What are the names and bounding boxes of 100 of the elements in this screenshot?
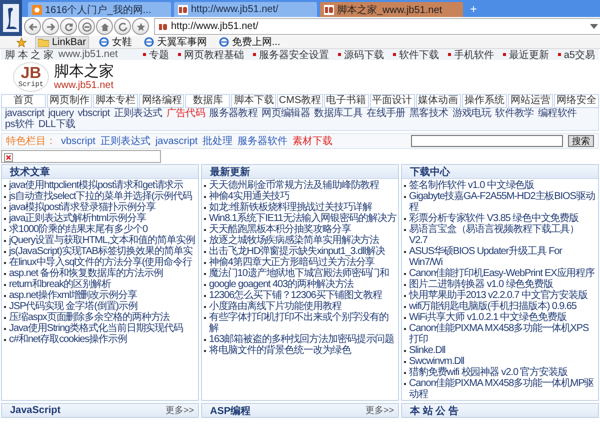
nav-tab[interactable]: 网络编程 <box>139 94 184 108</box>
featured-link[interactable]: 批处理 <box>202 134 233 148</box>
article-link[interactable]: 出击飞龙HD弹窗提示缺失xinput1_3.dll解决 <box>203 246 397 257</box>
article-link[interactable]: 易语言宝盒（易语言视频教程下载工具）V2.7 <box>403 224 597 246</box>
category-link[interactable]: 广告代码 <box>166 108 206 119</box>
article-link[interactable]: 163邮箱被盗的多种找回方法加密码提示问题 <box>203 334 397 345</box>
nav-tab[interactable]: 媒体动画 <box>416 94 461 108</box>
nav-tab[interactable]: 脚本下载 <box>231 94 276 108</box>
category-link[interactable]: jquery <box>48 108 74 119</box>
article-link[interactable]: js自动查找select下拉的菜单并选择(示例代码 <box>3 191 197 202</box>
article-link[interactable]: wifi万能钥匙电脑版(手机扫描版本) 0.9.65 <box>403 301 597 312</box>
article-link[interactable]: 天天酷跑黑板本积分抽奖攻略分享 <box>203 224 397 235</box>
search-button[interactable]: 搜索 <box>568 135 594 147</box>
category-link[interactable]: 编程软件 <box>538 108 577 119</box>
article-link[interactable]: 魔法门10遗产地狱地下城宫殿法师密码门和 <box>203 268 397 279</box>
nav-tab[interactable]: 操作系统 <box>462 94 507 108</box>
article-link[interactable]: 求1000阶乘的结果末尾有多少个0 <box>3 224 197 235</box>
category-link[interactable]: 在线手册 <box>366 108 406 119</box>
article-link[interactable]: java正则表达式解析html示例分享 <box>3 213 197 224</box>
top-link[interactable]: 源码下载 <box>334 48 384 62</box>
category-link[interactable]: vbscript <box>78 108 110 119</box>
article-link[interactable]: 如龙:维新铁板烧料理挑战过关技巧详解 <box>203 202 397 213</box>
category-link[interactable]: javascript <box>5 108 44 119</box>
nav-tab[interactable]: CMS教程 <box>277 94 323 108</box>
article-link[interactable]: 彩票分析专家软件 V3.85 绿色中文免费版 <box>403 213 597 224</box>
article-link[interactable]: Slinke.Dll <box>403 345 597 356</box>
article-link[interactable]: 神偷4实用通关技巧 <box>203 191 397 202</box>
top-link[interactable]: 最近更新 <box>498 48 549 62</box>
stop-button[interactable] <box>78 18 95 35</box>
article-link[interactable]: asp.net操作xml增删改示例分享 <box>3 290 197 301</box>
nav-tab[interactable]: 电子书籍 <box>324 94 369 108</box>
article-link[interactable]: 天天德州刷金币常规方法及辅助峰防教程 <box>203 180 397 191</box>
article-link[interactable]: 放逐之城牧场疾病感染简单实用解决方法 <box>203 235 397 246</box>
article-link[interactable]: ASUS华硕BIOS Updater升级工具 For Win7/Wi <box>403 246 597 268</box>
address-field[interactable]: http://www.jb51.net/ <box>154 18 600 35</box>
nav-tab[interactable]: 脚本专栏 <box>93 94 138 108</box>
article-link[interactable]: asp.net 备份和恢复数据库的方法示例 <box>3 268 197 279</box>
category-link[interactable]: 服务器教程 <box>209 108 258 119</box>
bookmark-item[interactable]: LinkBar <box>35 36 89 48</box>
nav-tab[interactable]: 网页制作 <box>47 94 92 108</box>
home-button[interactable] <box>96 18 113 35</box>
article-link[interactable]: 12306怎么买下铺？12306买下铺图文教程 <box>203 290 397 301</box>
nav-tab[interactable]: 数据库 <box>185 94 230 108</box>
article-link[interactable]: js(JavaScript)实现TAB标签切换效果的简单实 <box>3 246 197 257</box>
featured-link[interactable]: 素材下载 <box>292 134 333 148</box>
featured-link[interactable]: 正则表达式 <box>100 134 150 148</box>
category-link[interactable]: 游戏电玩 <box>452 108 492 119</box>
category-link[interactable]: 正则表达式 <box>114 108 162 119</box>
nav-tab[interactable]: 网站运营 <box>508 94 553 108</box>
bookmark-item[interactable]: 女鞋 <box>96 35 134 49</box>
more-link[interactable]: 更多>> <box>365 404 394 417</box>
category-link[interactable]: 软件教学 <box>495 108 534 119</box>
article-link[interactable]: 压缩aspx页面删除多余空格的两种方法 <box>3 312 197 323</box>
article-link[interactable]: Canon佳能PIXMA MX458多功能一体机MP驱动程 <box>403 378 597 400</box>
browser-tab[interactable]: 脚本之家_www.jb51.net <box>320 2 463 17</box>
article-link[interactable]: 在linux中导入sql文件的方法分享(使用命令行 <box>3 257 197 268</box>
category-link[interactable]: 数据库工具 <box>314 108 363 119</box>
more-link[interactable]: 更多>> <box>165 404 194 417</box>
bookmark-button[interactable] <box>132 18 149 35</box>
top-link[interactable]: 软件下载 <box>388 48 439 62</box>
article-link[interactable]: return和break的区别解析 <box>3 279 197 290</box>
article-link[interactable]: 猎豹免费wifi 校园神器 v2.0 官方安装版 <box>403 367 597 378</box>
top-link[interactable]: a5交易 <box>554 48 595 62</box>
article-link[interactable]: Gigabyte技嘉GA-F2A55M-HD2主板BIOS驱动程 <box>403 191 597 213</box>
article-link[interactable]: 签名制作软件 v1.0 中文绿色版 <box>403 180 597 191</box>
article-link[interactable]: 快用苹果助手2013 v2.2.0.7 中文官方安装版 <box>403 290 597 301</box>
article-link[interactable]: Canon佳能PIXMA MX458多功能一体机XPS打印 <box>403 323 597 345</box>
refresh-button[interactable] <box>60 18 77 35</box>
star-icon[interactable] <box>16 36 27 48</box>
article-link[interactable]: JSP代码实现 金字塔(倒置)示例 <box>3 301 197 312</box>
nav-tab[interactable]: 网络安全 <box>554 94 600 108</box>
article-link[interactable]: google goagent 403的两种解决方法 <box>203 279 397 290</box>
category-link[interactable]: DLL下载 <box>38 119 76 130</box>
nav-tab[interactable]: 平面设计 <box>370 94 415 108</box>
featured-link[interactable]: vbscript <box>61 136 96 146</box>
article-link[interactable]: WiFi共享大师 v1.0.2.1 中文绿色免费版 <box>403 312 597 323</box>
article-link[interactable]: 有些字体打印机打印不出来或个别字没有的解 <box>203 312 397 334</box>
article-link[interactable]: c#和net存取cookies操作示例 <box>3 334 197 345</box>
article-link[interactable]: Win8.1系统下IE11无法输入网银密码的解决方 <box>203 213 397 224</box>
featured-link[interactable]: 服务器软件 <box>238 134 288 148</box>
article-link[interactable]: 神偷4第四章大正方形暗码过关方法分享 <box>203 257 397 268</box>
back-button[interactable] <box>24 18 41 35</box>
top-link[interactable]: 服务器安全设置 <box>248 48 329 62</box>
article-link[interactable]: java使用httpclient模拟post请求和get请求示 <box>3 180 197 191</box>
search-field[interactable] <box>411 135 563 147</box>
category-link[interactable]: ps软件 <box>5 119 34 130</box>
top-link[interactable]: 专题 <box>138 48 169 62</box>
bookmark-item[interactable]: 天翼军事网 <box>142 35 209 49</box>
article-link[interactable]: Canon佳能打印机Easy-WebPrint EX应用程序 <box>403 268 597 279</box>
reload-button[interactable] <box>114 18 131 35</box>
article-link[interactable]: 图片二进制转换器 v1.0 绿色免费版 <box>403 279 597 290</box>
article-link[interactable]: 将电脑文件的背景色统一改为绿色 <box>203 345 397 356</box>
featured-link[interactable]: javascript <box>155 136 198 146</box>
top-link[interactable]: 网页教程基础 <box>174 48 244 62</box>
category-link[interactable]: 网页编辑器 <box>262 108 310 119</box>
article-link[interactable]: jQuery设置与获取HTML,文本和值的简单实例 <box>3 235 197 246</box>
article-link[interactable]: java模拟post请求登录猫扑示例分享 <box>3 202 197 213</box>
bookmark-item[interactable]: 免费上网... <box>216 35 282 49</box>
forward-button[interactable] <box>42 18 59 35</box>
category-link[interactable]: 黑客技术 <box>409 108 448 119</box>
